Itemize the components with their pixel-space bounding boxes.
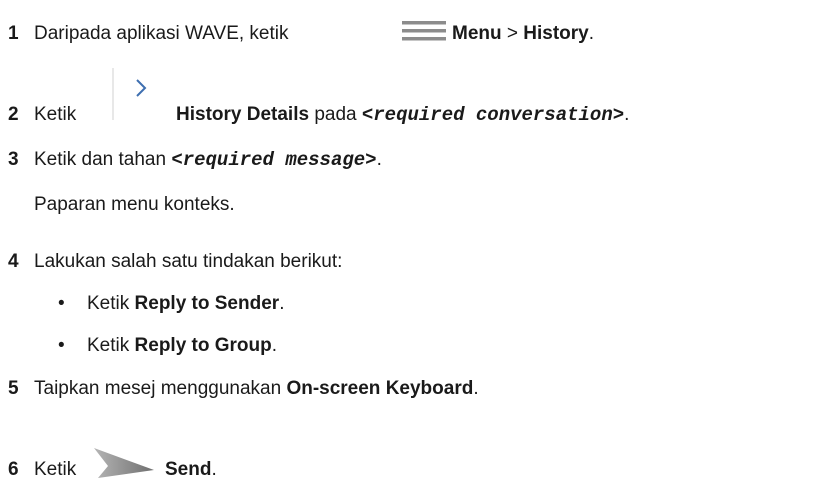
- step-text: Taipkan mesej menggunakan On-screen Keyb…: [34, 378, 479, 399]
- step-note: Paparan menu konteks.: [34, 194, 235, 215]
- reply-to-group-label: Reply to Group: [134, 335, 272, 356]
- step-number: 2: [8, 104, 19, 125]
- step-text: Lakukan salah satu tindakan berikut:: [34, 251, 343, 272]
- step-number: 1: [8, 23, 19, 44]
- step-text: Ketik dan tahan <required message>.: [34, 149, 382, 171]
- step-text: Ketik: [34, 104, 77, 125]
- bullet-text: Ketik Reply to Group.: [87, 335, 278, 356]
- step-number: 4: [8, 251, 19, 272]
- bullet-icon: •: [58, 335, 65, 356]
- step-1-tail: Menu > History.: [452, 23, 595, 44]
- history-label: History: [523, 23, 589, 44]
- chevron-right-icon: [112, 68, 147, 120]
- bullet-text: Ketik Reply to Sender.: [87, 293, 285, 314]
- step-number: 5: [8, 378, 19, 399]
- send-label: Send: [165, 459, 212, 480]
- step-text: Daripada aplikasi WAVE, ketik: [34, 23, 289, 44]
- menu-icon: [402, 21, 446, 41]
- reply-to-sender-label: Reply to Sender: [134, 293, 280, 314]
- required-conversation-placeholder: <required conversation>: [361, 104, 625, 126]
- bullet-icon: •: [58, 293, 65, 314]
- on-screen-keyboard-label: On-screen Keyboard: [286, 378, 474, 399]
- history-details-label: History Details: [176, 104, 310, 125]
- send-icon: [94, 448, 154, 478]
- step-number: 6: [8, 459, 19, 480]
- step-text: Ketik: [34, 459, 77, 480]
- menu-label: Menu: [452, 23, 502, 44]
- step-6-tail: Send.: [165, 459, 217, 480]
- step-2-tail: History Details pada <required conversat…: [176, 104, 630, 126]
- step-number: 3: [8, 149, 19, 170]
- required-message-placeholder: <required message>: [171, 149, 377, 171]
